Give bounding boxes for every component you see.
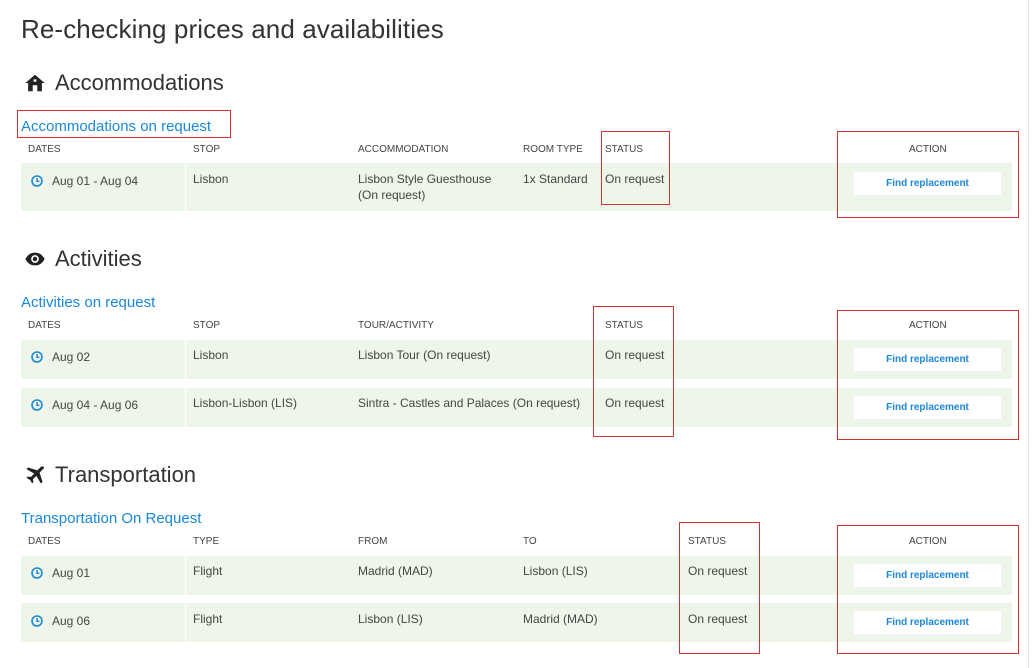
- clock-icon: [31, 399, 43, 411]
- status-cell: On request: [605, 172, 665, 186]
- date-text: Aug 06: [52, 614, 91, 628]
- tour-cell: Sintra - Castles and Palaces (On request…: [358, 396, 581, 410]
- activities-on-request-link[interactable]: Activities on request: [21, 294, 155, 311]
- col-header-from: FROM: [358, 536, 388, 547]
- recheck-panel: Re-checking prices and availabilities Ac…: [0, 0, 1029, 668]
- type-cell: Flight: [193, 612, 223, 626]
- accommodation-name: Lisbon Style Guesthouse: [358, 172, 492, 186]
- col-header-status: STATUS: [605, 144, 643, 155]
- eye-icon: [24, 248, 46, 270]
- col-header-to: TO: [523, 536, 537, 547]
- column-divider: [185, 556, 186, 595]
- column-divider: [185, 388, 186, 427]
- col-header-action: ACTION: [909, 320, 947, 331]
- find-replacement-button[interactable]: Find replacement: [854, 564, 1001, 587]
- stop-cell: Lisbon: [193, 172, 229, 186]
- transportation-on-request-link[interactable]: Transportation On Request: [21, 510, 201, 527]
- find-replacement-button[interactable]: Find replacement: [854, 172, 1001, 195]
- status-cell: On request: [605, 396, 665, 410]
- to-cell: Lisbon (LIS): [523, 564, 588, 578]
- col-header-tour-activity: TOUR/ACTIVITY: [358, 320, 434, 331]
- col-header-status: STATUS: [688, 536, 726, 547]
- col-header-dates: DATES: [28, 144, 61, 155]
- from-cell: Madrid (MAD): [358, 564, 433, 578]
- col-header-stop: STOP: [193, 144, 221, 155]
- find-replacement-button[interactable]: Find replacement: [854, 348, 1001, 371]
- find-replacement-button[interactable]: Find replacement: [854, 396, 1001, 419]
- activities-heading: Activities: [24, 244, 142, 274]
- date-text: Aug 02: [52, 350, 91, 364]
- accommodations-on-request-link[interactable]: Accommodations on request: [21, 118, 211, 135]
- col-header-type: TYPE: [193, 536, 220, 547]
- stop-cell: Lisbon-Lisbon (LIS): [193, 396, 298, 410]
- section-title: Activities: [55, 246, 142, 271]
- clock-icon: [31, 175, 43, 187]
- status-cell: On request: [688, 564, 748, 578]
- date-text: Aug 04 - Aug 06: [52, 398, 139, 412]
- find-replacement-button[interactable]: Find replacement: [854, 611, 1001, 634]
- page-title: Re-checking prices and availabilities: [21, 14, 444, 44]
- date-cell: Aug 06: [31, 613, 90, 629]
- date-cell: Aug 04 - Aug 06: [31, 397, 138, 413]
- col-header-dates: DATES: [28, 536, 61, 547]
- from-cell: Lisbon (LIS): [358, 612, 423, 626]
- clock-icon: [31, 615, 43, 627]
- type-cell: Flight: [193, 564, 223, 578]
- clock-icon: [31, 351, 43, 363]
- plane-icon: [24, 464, 46, 486]
- status-cell: On request: [605, 348, 665, 362]
- col-header-stop: STOP: [193, 320, 221, 331]
- col-header-dates: DATES: [28, 320, 61, 331]
- transportation-heading: Transportation: [24, 460, 196, 490]
- date-text: Aug 01 - Aug 04: [52, 174, 139, 188]
- status-cell: On request: [688, 612, 748, 626]
- home-icon: [24, 72, 46, 94]
- tour-cell: Lisbon Tour (On request): [358, 348, 491, 362]
- room-type-cell: 1x Standard: [523, 172, 588, 186]
- col-header-accommodation: ACCOMMODATION: [358, 144, 449, 155]
- section-title: Accommodations: [55, 70, 224, 95]
- date-cell: Aug 02: [31, 349, 90, 365]
- date-cell: Aug 01 - Aug 04: [31, 173, 138, 189]
- col-header-action: ACTION: [909, 536, 947, 547]
- accommodations-heading: Accommodations: [24, 68, 224, 98]
- clock-icon: [31, 567, 43, 579]
- col-header-action: ACTION: [909, 144, 947, 155]
- stop-cell: Lisbon: [193, 348, 229, 362]
- section-title: Transportation: [55, 462, 197, 487]
- column-divider: [185, 340, 186, 379]
- column-divider: [185, 603, 186, 642]
- date-text: Aug 01: [52, 566, 91, 580]
- to-cell: Madrid (MAD): [523, 612, 598, 626]
- col-header-room-type: ROOM TYPE: [523, 144, 583, 155]
- column-divider: [185, 163, 186, 211]
- col-header-status: STATUS: [605, 320, 643, 331]
- date-cell: Aug 01: [31, 565, 90, 581]
- accommodation-status-note: (On request): [358, 188, 426, 202]
